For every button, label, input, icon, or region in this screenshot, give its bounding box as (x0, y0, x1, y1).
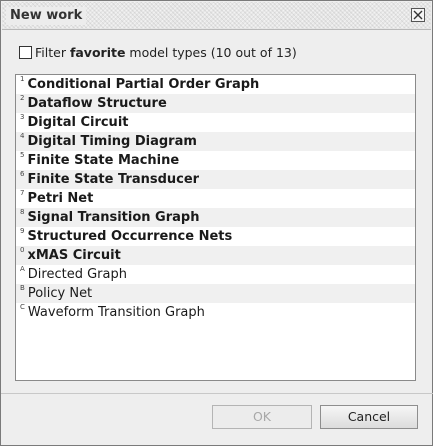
list-item[interactable]: A Directed Graph (16, 265, 415, 284)
item-label: xMAS Circuit (27, 248, 121, 263)
item-shortcut-key: 7 (20, 189, 25, 197)
item-label: Digital Circuit (27, 115, 129, 130)
item-label: Dataflow Structure (27, 96, 167, 111)
item-shortcut-key: 3 (20, 113, 25, 121)
item-shortcut-key: 4 (20, 132, 25, 140)
item-shortcut-key: A (20, 265, 25, 273)
filter-favorites-row[interactable]: Filter favorite model types (10 out of 1… (19, 43, 297, 61)
item-label: Signal Transition Graph (27, 210, 200, 225)
list-item[interactable]: 3 Digital Circuit (16, 113, 415, 132)
cancel-button[interactable]: Cancel (320, 405, 418, 429)
footer-divider (1, 393, 433, 394)
item-label: Conditional Partial Order Graph (27, 77, 260, 92)
item-shortcut-key: 2 (20, 94, 25, 102)
item-label: Digital Timing Diagram (27, 134, 197, 149)
filter-favorites-label[interactable]: Filter favorite model types (10 out of 1… (35, 45, 297, 60)
item-label: Petri Net (27, 191, 94, 206)
item-shortcut-key: B (20, 284, 25, 292)
window-title: New work (6, 7, 87, 25)
list-item[interactable]: 1 Conditional Partial Order Graph (16, 75, 415, 94)
item-shortcut-key: 5 (20, 151, 25, 159)
ok-button[interactable]: OK (212, 405, 312, 429)
item-label: Finite State Machine (27, 153, 180, 168)
model-type-list[interactable]: 1 Conditional Partial Order Graph 2 Dataflo… (15, 74, 416, 381)
item-shortcut-key: 9 (20, 227, 25, 235)
list-item[interactable]: 8 Signal Transition Graph (16, 208, 415, 227)
item-shortcut-key: 1 (20, 75, 25, 83)
new-work-dialog: New work Filter favorite model types (10… (0, 0, 433, 446)
item-shortcut-key: 0 (20, 246, 25, 254)
item-shortcut-key: 6 (20, 170, 25, 178)
list-item[interactable]: 7 Petri Net (16, 189, 415, 208)
item-label: Policy Net (27, 286, 93, 301)
list-item[interactable]: 9 Structured Occurrence Nets (16, 227, 415, 246)
item-label: Finite State Transducer (27, 172, 200, 187)
close-icon (413, 10, 423, 20)
list-item[interactable]: 4 Digital Timing Diagram (16, 132, 415, 151)
filter-favorites-checkbox[interactable] (19, 45, 32, 59)
list-item[interactable]: C Waveform Transition Graph (16, 303, 415, 322)
list-item[interactable]: 5 Finite State Machine (16, 151, 415, 170)
item-label: Directed Graph (27, 267, 127, 282)
item-shortcut-key: 8 (20, 208, 25, 216)
item-shortcut-key: C (20, 303, 25, 311)
title-bar[interactable]: New work (2, 2, 431, 30)
list-item[interactable]: 2 Dataflow Structure (16, 94, 415, 113)
item-label: Waveform Transition Graph (27, 305, 205, 320)
close-button[interactable] (411, 8, 425, 22)
item-label: Structured Occurrence Nets (27, 229, 233, 244)
list-item[interactable]: B Policy Net (16, 284, 415, 303)
list-item[interactable]: 6 Finite State Transducer (16, 170, 415, 189)
list-item[interactable]: 0 xMAS Circuit (16, 246, 415, 265)
